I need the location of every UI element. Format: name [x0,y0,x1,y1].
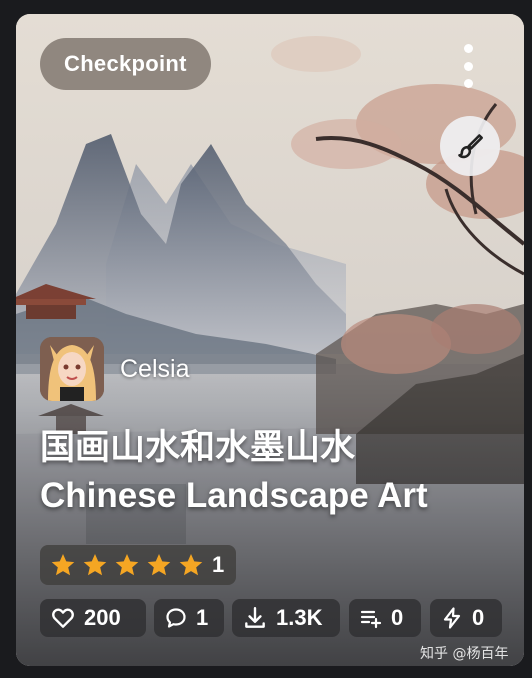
downloads-count: 1.3K [276,605,323,630]
collections-stat[interactable]: 0 [349,599,421,637]
model-card[interactable]: Checkpoint Celsia 国画山水和水墨山水 Chinese Land… [16,14,524,666]
comments-count: 1 [196,605,209,630]
playlist-add-icon [360,610,382,629]
brush-icon [458,134,483,159]
download-icon [245,607,265,628]
watermark: 知乎 @杨百年 [420,646,509,662]
title-chinese: 国画山水和水墨山水 [40,428,356,467]
bolt-icon [443,607,461,629]
downloads-stat[interactable]: 1.3K [232,599,340,637]
tips-stat[interactable]: 0 [430,599,502,637]
star-icon [83,553,107,576]
likes-count: 200 [84,605,121,630]
model-title[interactable]: 国画山水和水墨山水 Chinese Landscape Art [40,424,510,520]
likes-stat[interactable]: 200 [40,599,146,637]
avatar[interactable] [40,337,104,401]
tips-count: 0 [472,605,485,630]
type-badge: Checkpoint [40,38,211,90]
comment-icon [166,608,186,628]
brush-button[interactable] [440,116,500,176]
creator-info[interactable]: Celsia [40,337,189,401]
comments-stat[interactable]: 1 [154,599,224,637]
star-icon [115,553,139,576]
title-english: Chinese Landscape Art [40,476,428,515]
rating-count: 1 [212,552,225,577]
menu-dots-icon[interactable] [456,44,480,88]
star-icon [51,553,75,576]
star-icon [179,553,203,576]
heart-icon [52,608,74,628]
collections-count: 0 [391,605,404,630]
rating-badge[interactable]: 1 [40,545,236,585]
star-icon [147,553,171,576]
creator-name[interactable]: Celsia [120,355,189,384]
